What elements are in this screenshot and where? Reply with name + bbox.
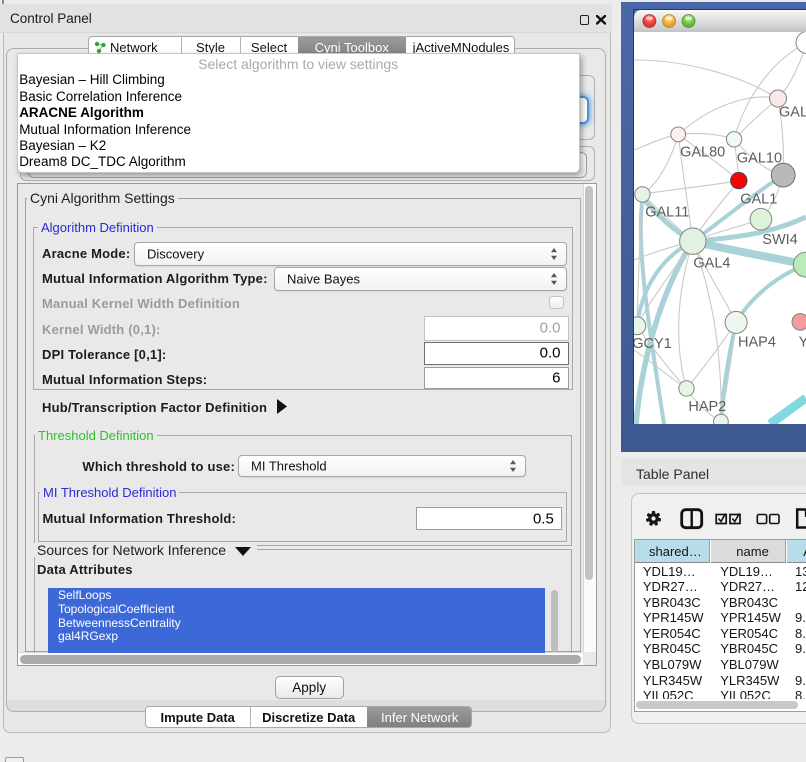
svg-text:GAL11: GAL11 (645, 205, 689, 221)
svg-text:GAL80: GAL80 (680, 145, 725, 161)
svg-text:GAL7: GAL7 (779, 105, 806, 121)
svg-text:GAL10: GAL10 (737, 151, 782, 167)
svg-text:GAL1: GAL1 (740, 192, 777, 208)
svg-text:SWI4: SWI4 (762, 232, 797, 248)
svg-text:GCY1: GCY1 (634, 336, 672, 352)
svg-text:HAP4: HAP4 (738, 335, 776, 351)
svg-text:GAL4: GAL4 (693, 256, 730, 272)
svg-text:HAP2: HAP2 (688, 399, 726, 415)
svg-text:Y: Y (799, 335, 806, 351)
